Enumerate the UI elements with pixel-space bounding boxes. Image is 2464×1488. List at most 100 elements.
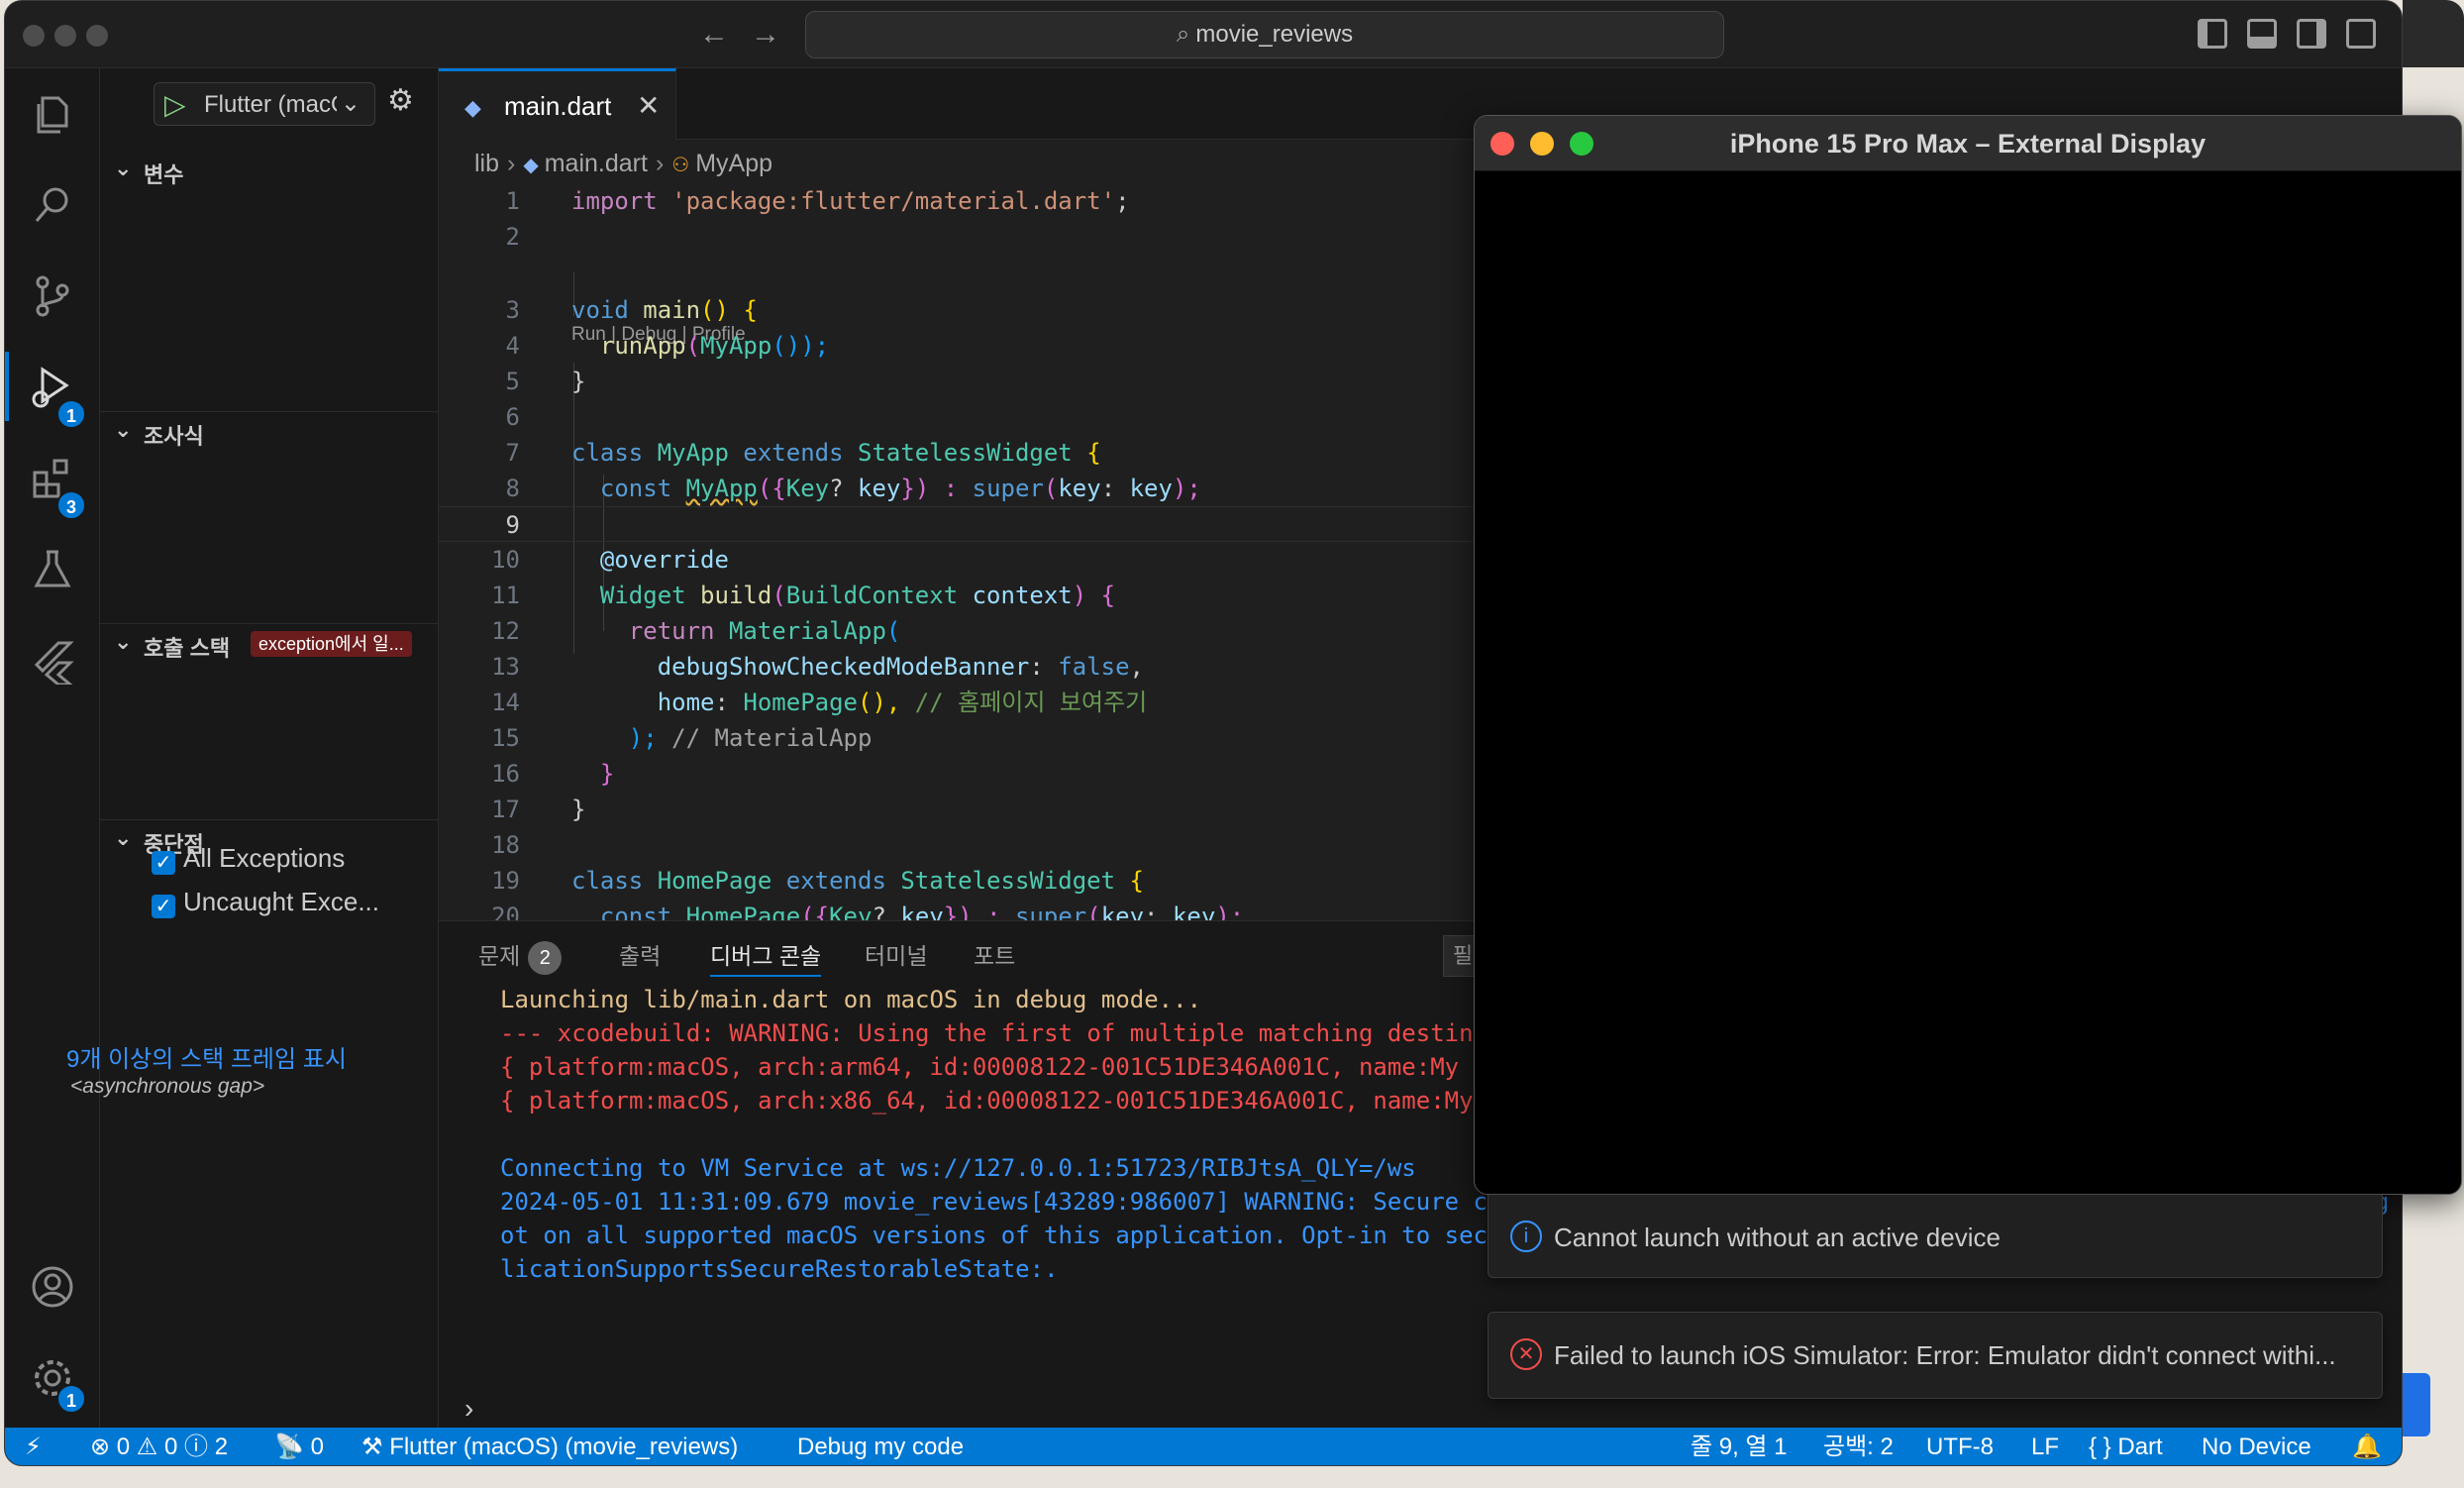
activity-extensions[interactable]: 3 xyxy=(5,433,100,522)
run-debug-badge: 1 xyxy=(56,399,86,429)
search-icon xyxy=(35,187,68,222)
dart-file-icon: ◆ xyxy=(464,95,481,120)
console-line: Launching lib/main.dart on macOS in debu… xyxy=(500,986,1202,1013)
activity-accounts[interactable] xyxy=(5,1241,100,1330)
dart-file-icon: ◆ xyxy=(523,155,539,176)
account-icon xyxy=(32,1266,73,1308)
chevron-down-icon: ⌄ xyxy=(114,629,133,654)
close-icon[interactable]: ✕ xyxy=(637,89,660,122)
forward-arrow-icon[interactable]: → xyxy=(746,15,785,54)
device-status[interactable]: No Device xyxy=(2202,1428,2311,1465)
tab-terminal[interactable]: 터미널 xyxy=(865,937,927,977)
activity-search[interactable] xyxy=(5,159,100,249)
console-line: --- xcodebuild: WARNING: Using the first… xyxy=(500,1019,1574,1047)
notification-info[interactable]: i Cannot launch without an active device xyxy=(1488,1195,2383,1278)
console-line: Connecting to VM Service at ws://127.0.0… xyxy=(500,1154,1416,1182)
toggle-primary-sidebar-icon[interactable] xyxy=(2198,19,2227,49)
start-debugging-icon[interactable]: ▷ xyxy=(164,91,186,119)
activity-testing[interactable] xyxy=(5,524,100,613)
notification-text: Failed to launch iOS Simulator: Error: E… xyxy=(1554,1340,2336,1370)
tab-label: main.dart xyxy=(504,91,612,121)
show-more-stack-frames-link[interactable]: 9개 이상의 스택 프레임 표시 xyxy=(66,1039,347,1074)
console-line: licationSupportsSecureRestorableState:. xyxy=(500,1255,1059,1283)
run-debug-sidebar: ▷ Flutter (macOS) ⌄ ⚙ ⌄ 변수 ⌄ 조사식 ⌄ 호출 스택… xyxy=(100,68,439,1428)
flask-icon xyxy=(34,550,71,587)
encoding-status[interactable]: UTF-8 xyxy=(1926,1428,1994,1465)
cursor-position-status[interactable]: 줄 9, 열 1 xyxy=(1691,1428,1788,1465)
breakpoint-uncaught-exceptions[interactable]: ✓ Uncaught Exce... xyxy=(152,887,379,922)
extensions-badge: 3 xyxy=(56,490,86,520)
toggle-panel-icon[interactable] xyxy=(2247,19,2277,49)
simulator-title: iPhone 15 Pro Max – External Display xyxy=(1729,129,2207,159)
launch-config-dropdown[interactable]: ▷ Flutter (macOS) ⌄ xyxy=(154,82,375,126)
error-icon: ✕ xyxy=(1510,1338,1542,1370)
notifications-bell-icon[interactable]: 🔔 xyxy=(2352,1428,2382,1465)
chevron-down-icon: ⌄ xyxy=(114,825,133,850)
title-bar: ← → ⌕ movie_reviews xyxy=(5,1,2402,68)
breadcrumb-folder[interactable]: lib xyxy=(474,150,499,177)
simulator-window[interactable]: iPhone 15 Pro Max – External Display xyxy=(1474,115,2462,1195)
activity-source-control[interactable] xyxy=(5,251,100,340)
source-control-icon xyxy=(36,275,69,317)
breadcrumb: lib › ◆ main.dart › ⚇ MyApp xyxy=(474,150,773,177)
console-line: { platform:macOS, arch:arm64, id:0000812… xyxy=(500,1053,1545,1081)
back-arrow-icon[interactable]: ← xyxy=(694,15,734,54)
background-window-edge xyxy=(2403,0,2464,67)
call-stack-section-header[interactable]: ⌄ 호출 스택 exception에서 일... xyxy=(100,623,439,663)
language-status[interactable]: { } Dart xyxy=(2089,1428,2163,1465)
activity-flutter[interactable] xyxy=(5,615,100,704)
checkbox-checked-icon[interactable]: ✓ xyxy=(152,895,175,918)
info-icon: i xyxy=(1510,1221,1542,1252)
watch-section-header[interactable]: ⌄ 조사식 xyxy=(100,411,439,451)
tab-output[interactable]: 출력 xyxy=(619,937,661,977)
launch-json-gear-icon[interactable]: ⚙ xyxy=(387,86,414,116)
breakpoint-label: Uncaught Exce... xyxy=(183,887,379,916)
activity-manage[interactable]: 1 xyxy=(5,1332,100,1422)
breakpoint-all-exceptions[interactable]: ✓ All Exceptions xyxy=(152,843,345,879)
notification-text: Cannot launch without an active device xyxy=(1554,1222,2001,1252)
command-center-search[interactable]: ⌕ movie_reviews xyxy=(805,11,1724,58)
variables-title: 변수 xyxy=(144,162,184,187)
manage-badge: 1 xyxy=(56,1384,86,1414)
console-input-chevron-icon[interactable]: › xyxy=(464,1393,473,1425)
activity-bar: 1 3 1 xyxy=(5,68,100,1428)
debug-mode-status[interactable]: Debug my code xyxy=(797,1428,964,1465)
indentation-status[interactable]: 공백: 2 xyxy=(1823,1428,1894,1465)
search-icon: ⌕ xyxy=(1176,21,1190,48)
call-stack-title: 호출 스택 xyxy=(144,636,231,661)
background-app-button xyxy=(2403,1373,2430,1436)
activity-run-debug[interactable]: 1 xyxy=(5,342,100,431)
eol-status[interactable]: LF xyxy=(2031,1428,2059,1465)
remote-indicator-icon[interactable]: ⚡ xyxy=(25,1428,42,1465)
breadcrumb-symbol[interactable]: MyApp xyxy=(695,150,772,177)
activity-explorer[interactable] xyxy=(5,68,100,158)
zoom-window-button[interactable] xyxy=(86,25,108,47)
flutter-icon xyxy=(34,641,74,685)
close-window-button[interactable] xyxy=(23,25,45,47)
tab-ports[interactable]: 포트 xyxy=(974,937,1015,977)
debug-target-status[interactable]: ⚒ Flutter (macOS) (movie_reviews) xyxy=(361,1428,738,1465)
simulator-title-bar[interactable]: iPhone 15 Pro Max – External Display xyxy=(1475,116,2461,171)
tab-main-dart[interactable]: ◆ main.dart ✕ xyxy=(439,68,676,140)
ports-status[interactable]: 📡 0 xyxy=(274,1428,324,1465)
async-gap-label: <asynchronous gap> xyxy=(70,1075,265,1098)
variables-section-header[interactable]: ⌄ 변수 xyxy=(100,150,439,189)
breadcrumb-file[interactable]: main.dart xyxy=(545,150,648,177)
minimize-window-button[interactable] xyxy=(54,25,76,47)
console-line: { platform:macOS, arch:x86_64, id:000081… xyxy=(500,1087,1560,1115)
toggle-secondary-sidebar-icon[interactable] xyxy=(2297,19,2326,49)
tab-debug-console[interactable]: 디버그 콘솔 xyxy=(710,937,822,977)
problems-status[interactable]: ⊗ 0 ⚠ 0 ⓘ 2 xyxy=(90,1428,228,1465)
breakpoint-label: All Exceptions xyxy=(183,843,346,873)
command-center-label: movie_reviews xyxy=(1195,21,1354,48)
problems-count-badge: 2 xyxy=(528,941,563,975)
chevron-down-icon: ⌄ xyxy=(340,90,360,117)
watch-title: 조사식 xyxy=(144,424,204,449)
files-icon xyxy=(37,96,68,134)
exception-paused-badge: exception에서 일... xyxy=(251,631,412,657)
customize-layout-icon[interactable] xyxy=(2346,19,2376,49)
notification-error[interactable]: ✕ Failed to launch iOS Simulator: Error:… xyxy=(1488,1312,2383,1399)
class-icon: ⚇ xyxy=(671,155,690,176)
tab-problems[interactable]: 문제 2 xyxy=(478,937,563,977)
checkbox-checked-icon[interactable]: ✓ xyxy=(152,851,175,875)
